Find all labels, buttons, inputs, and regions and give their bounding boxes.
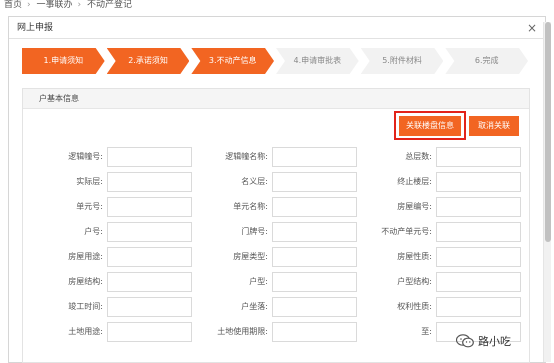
step-2: 2.承诺须知 (107, 48, 190, 74)
field-input[interactable] (436, 297, 521, 317)
field-label: 土地用途: (68, 327, 103, 336)
field-label: 户号: (84, 227, 103, 236)
dialog-title-bar: 网上申报 × (9, 17, 545, 39)
field-input[interactable] (272, 172, 357, 192)
field-input[interactable] (436, 197, 521, 217)
field-label: 单元号: (76, 202, 103, 211)
field-input[interactable] (272, 247, 357, 267)
field-label: 名义层: (241, 177, 268, 186)
field-label: 房屋类型: (233, 252, 268, 261)
panel-title: 户基本信息 (23, 89, 529, 109)
step-5: 5.附件材料 (361, 48, 444, 74)
dialog-title: 网上申报 (17, 23, 54, 33)
form-row: 竣工时间: 户坐落: 权利性质: (23, 297, 531, 317)
field-input[interactable] (436, 272, 521, 292)
field-input[interactable] (107, 197, 192, 217)
field-input[interactable] (272, 222, 357, 242)
step-3: 3.不动产信息 (191, 48, 274, 74)
form-row: 房屋结构: 户型: 户型结构: (23, 272, 531, 292)
field-input[interactable] (436, 247, 521, 267)
household-info-panel: 户基本信息 关联楼盘信息 取消关联 逻辑幢号: 逻辑幢名称: 总层数: 实际层: 名义层… (22, 88, 530, 363)
field-input[interactable] (272, 297, 357, 317)
step-6: 6.完成 (445, 48, 528, 74)
field-input[interactable] (272, 272, 357, 292)
step-4: 4.申请审批表 (276, 48, 359, 74)
chevron-right-icon: › (77, 0, 82, 10)
progress-steps: 1.申请须知 2.承诺须知 3.不动产信息 4.申请审批表 5.附件材料 6.完成 (22, 48, 530, 74)
scrollbar-thumb[interactable] (545, 22, 551, 242)
field-label: 实际层: (76, 177, 103, 186)
field-label: 房屋结构: (68, 277, 103, 286)
field-label: 权利性质: (397, 302, 432, 311)
field-input[interactable] (107, 147, 192, 167)
watermark-text: 路小吃 (478, 335, 511, 348)
field-input[interactable] (436, 222, 521, 242)
field-label: 房屋用途: (68, 252, 103, 261)
field-label: 单元名称: (233, 202, 268, 211)
field-label: 总层数: (405, 152, 432, 161)
field-input[interactable] (272, 322, 357, 342)
field-label: 竣工时间: (68, 302, 103, 311)
watermark: 路小吃 (455, 331, 511, 351)
vertical-scrollbar[interactable] (543, 22, 551, 362)
field-label: 门牌号: (241, 227, 268, 236)
breadcrumb-current: 不动产登记 (87, 0, 133, 10)
field-label: 房屋编号: (397, 202, 432, 211)
field-label: 终止楼层: (397, 177, 432, 186)
link-building-info-button[interactable]: 关联楼盘信息 (399, 116, 461, 136)
field-label: 逻辑幢名称: (225, 152, 268, 161)
field-input[interactable] (107, 172, 192, 192)
form-row: 土地用途: 土地使用期限: 至: (23, 322, 531, 342)
form-row: 户号: 门牌号: 不动产单元号: (23, 222, 531, 242)
field-label: 不动产单元号: (381, 227, 432, 236)
field-input[interactable] (107, 297, 192, 317)
field-label: 户型结构: (397, 277, 432, 286)
wechat-icon (455, 334, 474, 348)
form-row: 单元号: 单元名称: 房屋编号: (23, 197, 531, 217)
field-input[interactable] (436, 172, 521, 192)
field-input[interactable] (272, 147, 357, 167)
field-label: 户型: (249, 277, 268, 286)
field-input[interactable] (107, 222, 192, 242)
field-input[interactable] (107, 272, 192, 292)
form-row: 房屋用途: 房屋类型: 房屋性质: (23, 247, 531, 267)
cancel-link-button[interactable]: 取消关联 (469, 116, 519, 136)
form-row: 实际层: 名义层: 终止楼层: (23, 172, 531, 192)
field-label: 至: (421, 327, 432, 336)
field-label: 土地使用期限: (217, 327, 268, 336)
field-input[interactable] (107, 247, 192, 267)
step-1: 1.申请须知 (22, 48, 105, 74)
field-label: 房屋性质: (397, 252, 432, 261)
form-row: 逻辑幢号: 逻辑幢名称: 总层数: (23, 147, 531, 167)
breadcrumb-home[interactable]: 首页 (4, 0, 22, 10)
close-icon[interactable]: × (527, 17, 537, 39)
field-label: 逻辑幢号: (68, 152, 103, 161)
chevron-right-icon: › (27, 0, 31, 10)
field-label: 户坐落: (241, 302, 268, 311)
field-input[interactable] (107, 322, 192, 342)
field-input[interactable] (272, 197, 357, 217)
field-input[interactable] (436, 147, 521, 167)
breadcrumb-service[interactable]: 一事联办 (37, 0, 73, 10)
breadcrumb: 首页 › 一事联办 › 不动产登记 (0, 0, 554, 12)
